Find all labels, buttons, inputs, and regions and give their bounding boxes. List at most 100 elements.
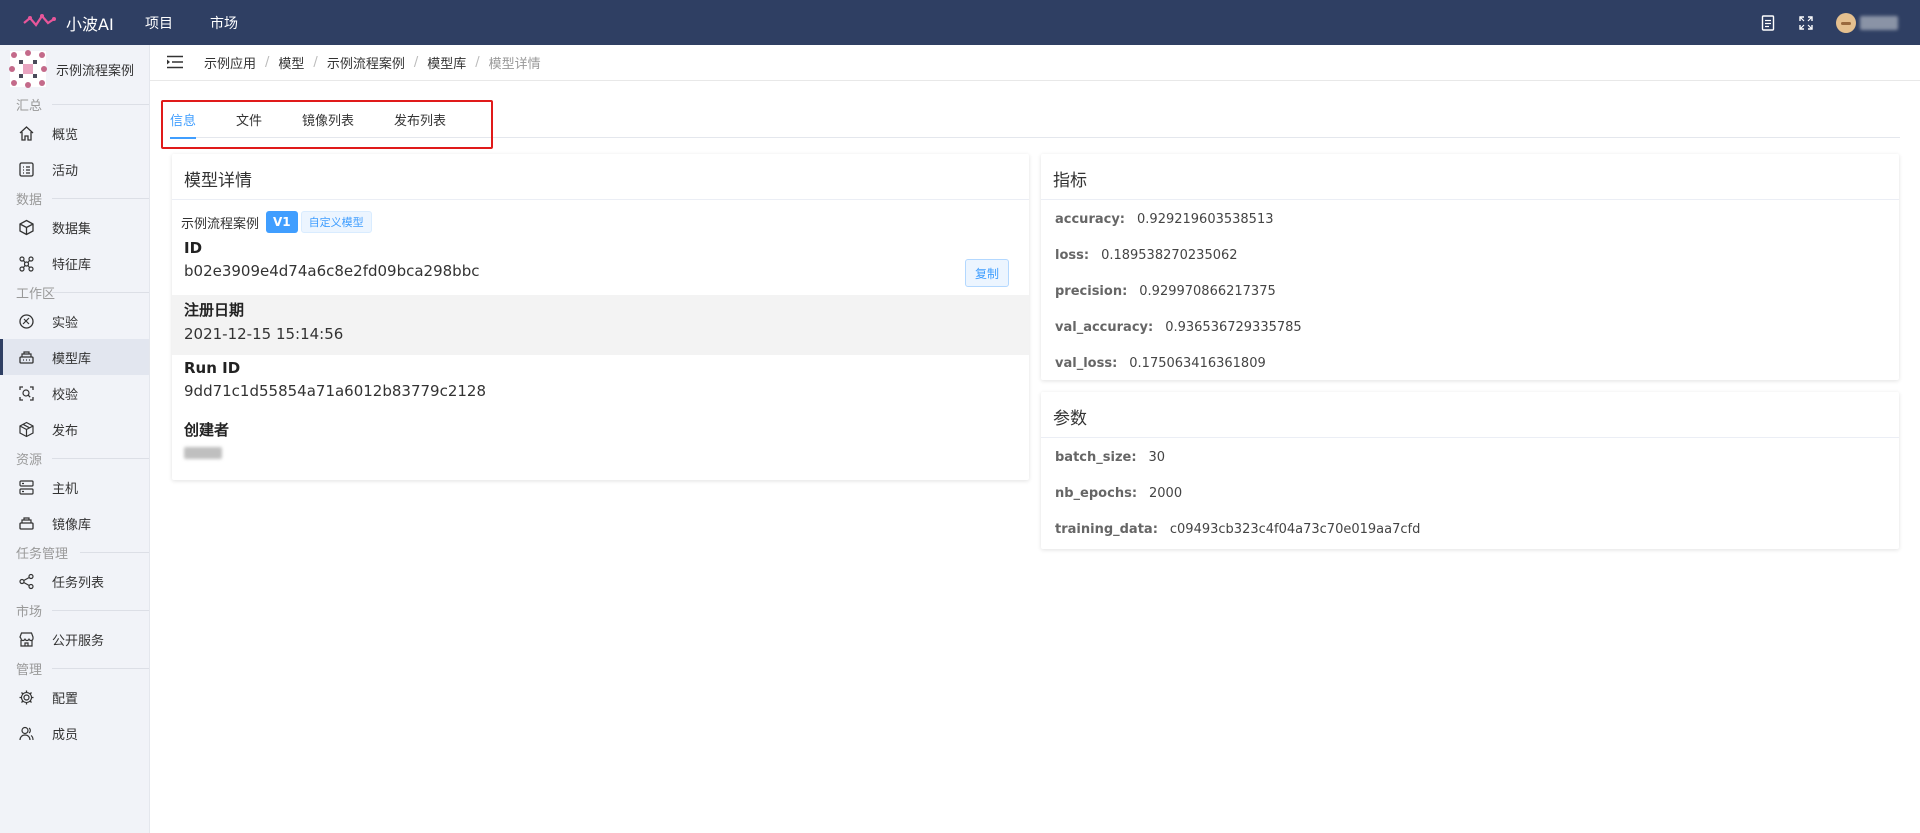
metric-row: val_loss: 0.175063416361809 xyxy=(1041,345,1899,381)
section-market: 市场 xyxy=(0,599,149,621)
metric-row: accuracy: 0.929219603538513 xyxy=(1041,201,1899,237)
sidebar-item-members[interactable]: 成员 xyxy=(0,715,149,751)
metric-value: 0.929970866217375 xyxy=(1139,283,1276,299)
sidebar-item-public-services[interactable]: 公开服务 xyxy=(0,621,149,657)
card-title: 模型详情 xyxy=(172,154,1029,200)
gear-icon xyxy=(19,690,34,704)
param-key: batch_size: xyxy=(1055,449,1137,465)
metric-key: precision: xyxy=(1055,283,1128,299)
param-row: batch_size: 30 xyxy=(1041,439,1899,475)
sidebar-item-image-repo[interactable]: 镜像库 xyxy=(0,505,149,541)
sidebar-item-model-repo[interactable]: 模型库 xyxy=(0,339,149,375)
sidebar-item-label: 活动 xyxy=(52,163,79,179)
breadcrumb-separator: / xyxy=(313,55,318,70)
sidebar-item-label: 镜像库 xyxy=(52,517,92,533)
sidebar-item-overview[interactable]: 概览 xyxy=(0,115,149,151)
document-icon[interactable] xyxy=(1760,14,1776,31)
experiment-icon xyxy=(19,313,34,329)
metric-key: val_accuracy: xyxy=(1055,319,1154,335)
sidebar-item-label: 概览 xyxy=(52,127,79,143)
logo-icon xyxy=(22,11,56,35)
param-row: training_data: c09493cb323c4f04a73c70e019… xyxy=(1041,511,1899,547)
creator-value xyxy=(184,447,222,459)
sidebar-item-activity[interactable]: 活动 xyxy=(0,151,149,187)
section-data: 数据 xyxy=(0,187,149,209)
avatar[interactable] xyxy=(1836,12,1856,33)
section-summary: 汇总 xyxy=(0,93,149,115)
breadcrumb-current: 模型详情 xyxy=(488,57,541,72)
sidebar-item-validation[interactable]: 校验 xyxy=(0,375,149,411)
tab-info[interactable]: 信息 xyxy=(170,100,197,139)
breadcrumb-separator: / xyxy=(475,55,480,70)
section-resources: 资源 xyxy=(0,447,149,469)
topnav-market[interactable]: 市场 xyxy=(210,13,238,33)
field-label: Run ID xyxy=(184,359,241,377)
model-project-name: 示例流程案例 xyxy=(181,216,260,232)
app-name: 小波AI xyxy=(66,14,114,34)
scan-icon xyxy=(19,385,34,401)
model-type-badge: 自定义模型 xyxy=(300,211,372,233)
activity-icon xyxy=(19,161,34,177)
topnav-projects[interactable]: 项目 xyxy=(145,13,173,33)
breadcrumb-model-repo[interactable]: 模型库 xyxy=(427,53,466,72)
sidebar-item-label: 实验 xyxy=(52,315,79,331)
metric-key: accuracy: xyxy=(1055,211,1126,227)
top-nav: 项目 市场 xyxy=(145,13,275,33)
breadcrumb-app[interactable]: 示例应用 xyxy=(204,53,256,72)
sidebar-item-label: 模型库 xyxy=(52,351,92,367)
tab-publish-list[interactable]: 发布列表 xyxy=(394,100,446,138)
brand[interactable]: 小波AI xyxy=(0,11,130,35)
field-register-date: 注册日期 2021-12-15 15:14:56 xyxy=(172,295,1029,355)
sidebar-item-label: 数据集 xyxy=(52,221,92,237)
param-value: 30 xyxy=(1148,449,1166,465)
metric-value: 0.936536729335785 xyxy=(1165,319,1302,335)
field-id: ID b02e3909e4d74a6c8e2fd09bca298bbc 复制 xyxy=(172,235,1029,295)
detail-tabs: 信息 文件 镜像列表 发布列表 xyxy=(170,100,1900,139)
package-icon xyxy=(19,421,34,437)
sidebar-item-hosts[interactable]: 主机 xyxy=(0,469,149,505)
breadcrumb-bar: 示例应用 / 模型 / 示例流程案例 / 模型库 / 模型详情 xyxy=(150,45,1920,81)
field-label: 创建者 xyxy=(184,421,230,439)
copy-button[interactable]: 复制 xyxy=(965,259,1009,287)
section-admin: 管理 xyxy=(0,657,149,679)
tab-files[interactable]: 文件 xyxy=(236,100,262,138)
cube-icon xyxy=(19,219,34,235)
store-icon xyxy=(19,631,34,647)
sidebar-item-label: 成员 xyxy=(52,727,79,743)
project-logo-icon xyxy=(8,49,48,89)
sidebar-item-label: 主机 xyxy=(52,481,79,497)
sidebar-item-settings[interactable]: 配置 xyxy=(0,679,149,715)
sidebar-item-experiments[interactable]: 实验 xyxy=(0,303,149,339)
model-detail-card: 模型详情 示例流程案例 V1 自定义模型 ID b02e3909e4d74a6c… xyxy=(172,154,1029,480)
param-row: nb_epochs: 2000 xyxy=(1041,475,1899,511)
section-workspace: 工作区 xyxy=(0,281,149,303)
project-header[interactable]: 示例流程案例 xyxy=(0,45,149,93)
home-icon xyxy=(19,125,34,141)
sidebar-item-features[interactable]: 特征库 xyxy=(0,245,149,281)
feature-icon xyxy=(19,255,34,272)
section-task-management: 任务管理 xyxy=(0,541,149,563)
top-right-tools xyxy=(1760,0,1898,45)
top-navbar: 小波AI 项目 市场 xyxy=(0,0,1920,45)
sidebar-item-publish[interactable]: 发布 xyxy=(0,411,149,447)
param-key: nb_epochs: xyxy=(1055,485,1138,501)
version-badge: V1 xyxy=(266,211,298,233)
username[interactable] xyxy=(1860,15,1898,30)
metric-value: 0.175063416361809 xyxy=(1129,355,1266,371)
fullscreen-icon[interactable] xyxy=(1798,15,1814,31)
register-date-value: 2021-12-15 15:14:56 xyxy=(184,325,344,343)
tab-image-list[interactable]: 镜像列表 xyxy=(302,100,354,138)
members-icon xyxy=(19,726,34,740)
sidebar-item-label: 发布 xyxy=(52,423,79,439)
metric-value: 0.929219603538513 xyxy=(1137,211,1274,227)
breadcrumb-project[interactable]: 示例流程案例 xyxy=(327,53,405,72)
run-id-value: 9dd71c1d55854a71a6012b83779c2128 xyxy=(184,382,487,400)
sidebar-item-task-list[interactable]: 任务列表 xyxy=(0,563,149,599)
metric-row: precision: 0.929970866217375 xyxy=(1041,273,1899,309)
menu-toggle-icon[interactable] xyxy=(166,55,186,71)
breadcrumb-models[interactable]: 模型 xyxy=(278,53,304,72)
field-label: 注册日期 xyxy=(184,301,245,319)
project-name: 示例流程案例 xyxy=(56,63,135,79)
param-value: c09493cb323c4f04a73c70e019aa7cfd xyxy=(1169,521,1421,537)
sidebar-item-datasets[interactable]: 数据集 xyxy=(0,209,149,245)
